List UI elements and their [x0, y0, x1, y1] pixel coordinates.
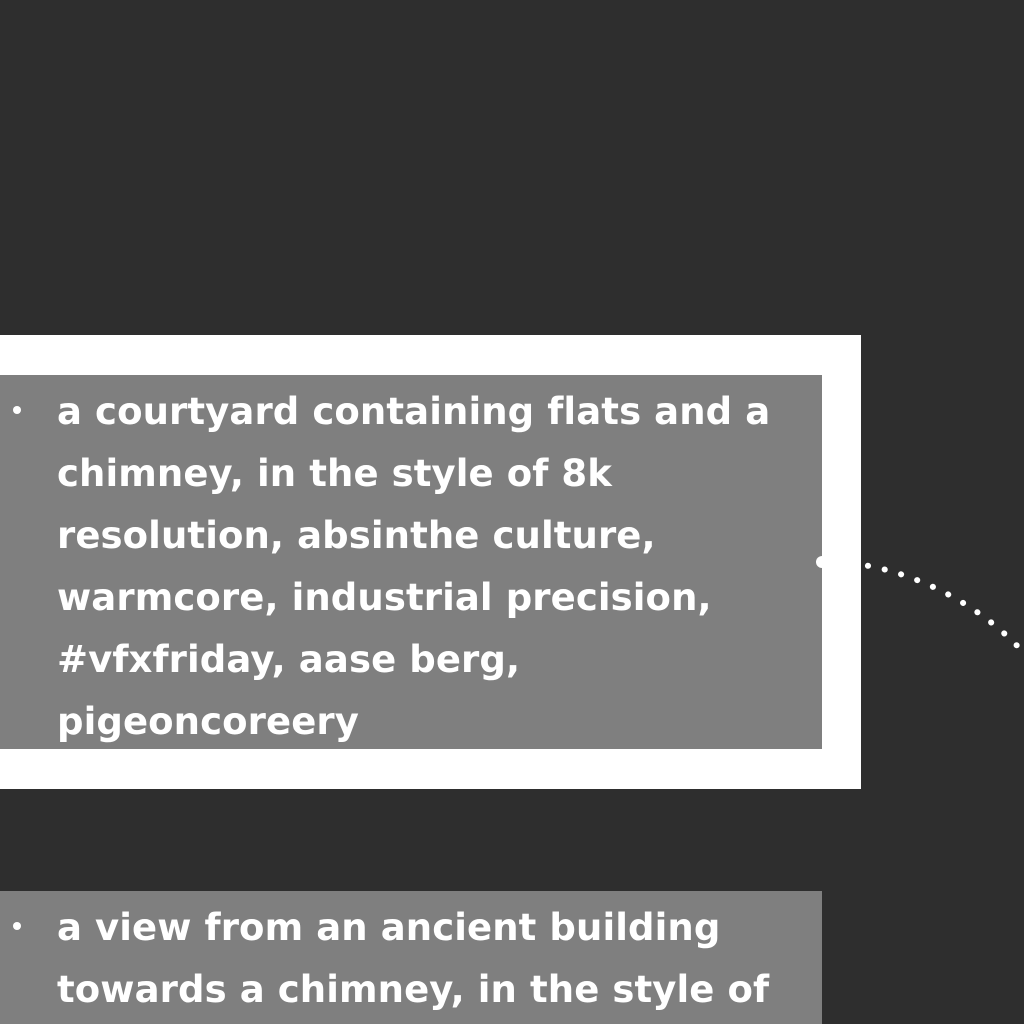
canvas: a courtyard containing flats and a chimn…	[0, 0, 1024, 1024]
prompt-text: a view from an ancient building towards …	[57, 906, 770, 1011]
prompt-text: a courtyard containing flats and a chimn…	[57, 390, 771, 743]
prompt-item-selected[interactable]: a courtyard containing flats and a chimn…	[0, 375, 822, 749]
bullet-icon	[13, 406, 21, 414]
bullet-icon	[13, 922, 21, 930]
connector-path	[831, 559, 1024, 658]
prompt-item[interactable]: a view from an ancient building towards …	[0, 891, 822, 1024]
